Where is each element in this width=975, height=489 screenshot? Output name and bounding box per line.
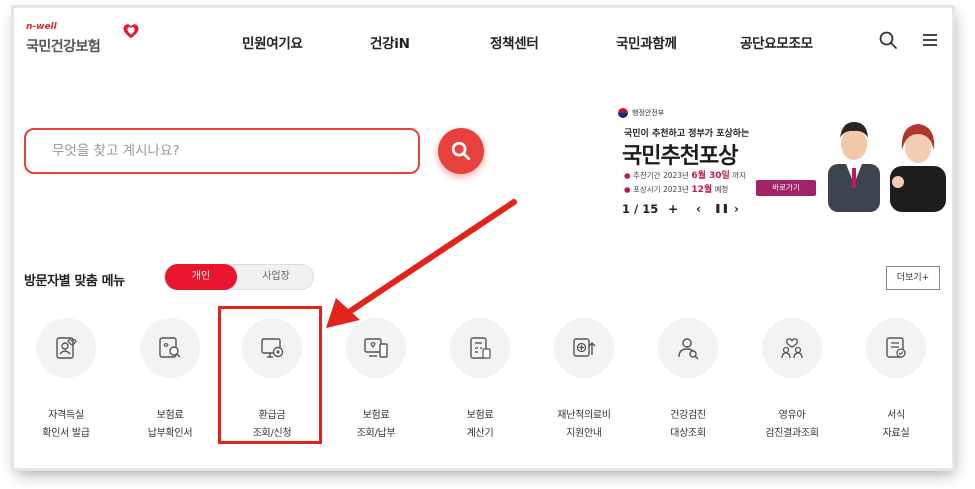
add-icon[interactable]: +	[668, 202, 678, 216]
search-button[interactable]	[438, 128, 484, 174]
menu-label-line2: 계산기	[466, 428, 494, 439]
banner-award-line: ● 포상시기 2023년 12월 예정	[624, 182, 728, 195]
menu-label-line1: 보험료	[466, 410, 494, 421]
menu-item-checkup[interactable]: 건강검진 대상조회	[638, 318, 738, 448]
menu-label-line2: 조회/납부	[356, 428, 396, 439]
banner-award-suffix: 예정	[712, 185, 729, 194]
menu-label-line1: 자격득실	[48, 410, 84, 421]
menu-item-qualification[interactable]: 자격득실 확인서 발급	[16, 318, 116, 448]
menu-label-line1: 보험료	[156, 410, 184, 421]
menu-label-line2: 납부확인서	[147, 428, 193, 439]
nav-item-together[interactable]: 국민과함께	[616, 32, 677, 52]
banner-ministry: 행정안전부	[618, 108, 664, 118]
banner-title: 국민추천포상	[622, 144, 738, 169]
menu-icon-circle	[762, 318, 822, 378]
logo-tagline: n-well	[26, 22, 57, 32]
menu-label-line1: 건강검진	[670, 410, 706, 421]
banner-go-button[interactable]: 바로가기	[756, 180, 816, 196]
banner-period-year: 2023년	[662, 171, 692, 180]
monitor-heart-icon	[364, 338, 388, 358]
search-input[interactable]	[26, 130, 418, 172]
menu-icon-circle	[866, 318, 926, 378]
menu-icon-circle	[450, 318, 510, 378]
banner-period-suffix: 까지	[729, 171, 746, 180]
government-emblem-icon	[618, 108, 628, 118]
menu-label-line2: 자료실	[882, 428, 910, 439]
main-nav: 민원여기요 건강iN 정책센터 국민과함께 공단요모조모	[14, 32, 952, 56]
visitor-menu-title: 방문자별 맞춤 메뉴	[24, 274, 125, 289]
menu-label-line1: 영유아	[778, 410, 806, 421]
banner-period-date: 6월 30일	[691, 171, 730, 181]
menu-item-disaster-medical[interactable]: 재난적의료비 지원안내	[534, 318, 634, 448]
menu-icon-circle	[658, 318, 718, 378]
search-box	[24, 128, 420, 174]
menu-label-line2: 확인서 발급	[42, 428, 90, 439]
bullet-icon: ●	[624, 185, 633, 194]
family-heart-icon	[781, 338, 803, 359]
toggle-business[interactable]: 사업장	[241, 265, 311, 289]
browser-frame: n-well 국민건강보험 민원여기요 건강iN 정책센터 국민과함께 공단요모…	[14, 8, 952, 468]
menu-item-infant-checkup[interactable]: 영유아 검진결과조회	[742, 318, 842, 448]
menu-icon-circle	[36, 318, 96, 378]
menu-icon-circle	[140, 318, 200, 378]
more-button[interactable]: 더보기+	[886, 266, 940, 290]
menu-label-line1: 서식	[887, 410, 905, 421]
menu-icon[interactable]	[920, 30, 940, 50]
nav-item-policy[interactable]: 정책센터	[490, 32, 539, 52]
next-icon[interactable]: ›	[734, 202, 739, 216]
menu-item-forms[interactable]: 서식 자료실	[846, 318, 946, 448]
calculator-document-icon	[470, 337, 491, 359]
menu-label-line2: 지원안내	[566, 428, 602, 439]
banner-award-label: 포상시기	[632, 185, 661, 194]
medical-support-icon	[573, 338, 596, 357]
highlight-box	[218, 306, 322, 444]
toggle-individual[interactable]: 개인	[165, 264, 237, 290]
banner-people-image	[828, 122, 946, 212]
menu-label-line2: 검진결과조회	[765, 428, 819, 439]
bullet-icon: ●	[624, 171, 633, 180]
banner-period-line: ● 추천기간 2023년 6월 30일 까지	[624, 168, 746, 181]
banner-award-year: 2023년	[662, 185, 692, 194]
menu-item-premium-certificate[interactable]: 보험료 납부확인서	[120, 318, 220, 448]
pause-icon[interactable]: ❚❚	[714, 204, 729, 214]
nav-item-health-in[interactable]: 건강iN	[370, 32, 410, 52]
banner-award-date: 12월	[691, 185, 713, 195]
menu-icon-circle	[554, 318, 614, 378]
person-search-icon	[678, 338, 699, 360]
menu-label-line1: 재난적의료비	[557, 410, 611, 421]
promo-banner[interactable]: 행정안전부 국민이 추천하고 정부가 포상하는 국민추천포상 ● 추천기간 20…	[618, 104, 948, 214]
prev-icon[interactable]: ‹	[696, 202, 701, 216]
menu-item-calculator[interactable]: 보험료 계산기	[430, 318, 530, 448]
menu-label-line2: 대상조회	[670, 428, 706, 439]
menu-item-premium-payment[interactable]: 보험료 조회/납부	[326, 318, 426, 448]
banner-period-label: 추천기간	[632, 171, 661, 180]
visitor-type-toggle: 개인 사업장	[164, 264, 314, 290]
form-document-icon	[886, 337, 906, 358]
banner-ministry-text: 행정안전부	[632, 109, 665, 117]
banner-pager: 1 / 15	[622, 202, 659, 216]
search-icon[interactable]	[878, 30, 898, 50]
menu-icon-circle	[346, 318, 406, 378]
menu-label-line1: 보험료	[362, 410, 390, 421]
nav-item-about[interactable]: 공단요모조모	[740, 32, 813, 52]
nav-item-civil[interactable]: 민원여기요	[242, 32, 303, 52]
search-icon	[451, 141, 471, 161]
document-search-icon	[159, 337, 181, 358]
id-card-heart-icon	[56, 337, 77, 359]
